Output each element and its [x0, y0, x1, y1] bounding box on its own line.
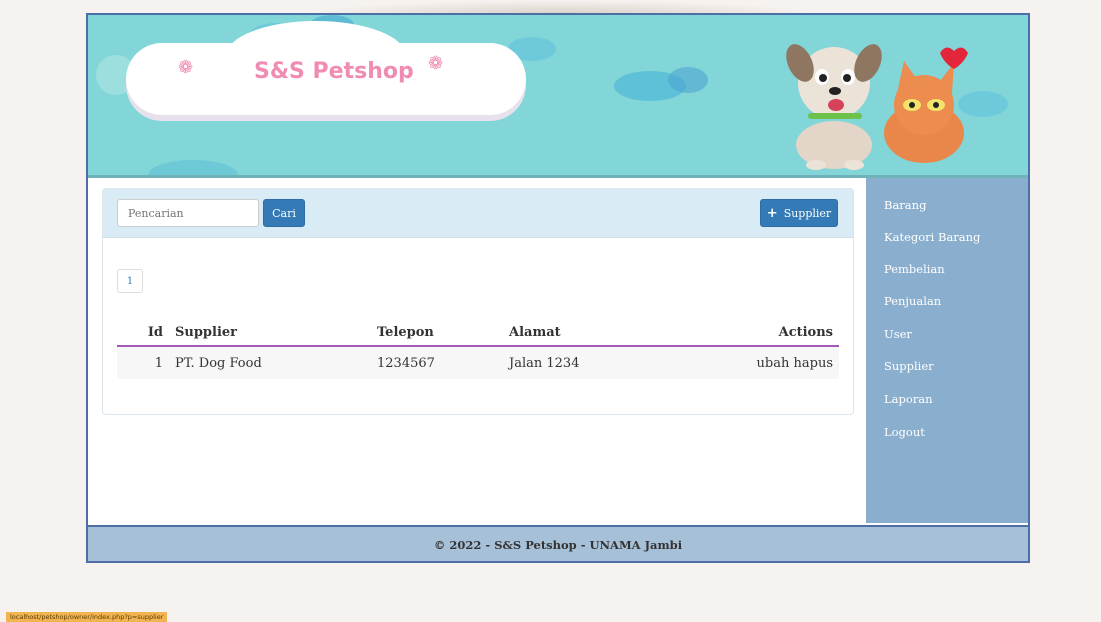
sidebar-item-barang[interactable]: Barang: [884, 198, 926, 212]
column-header-telepon: Telepon: [371, 319, 503, 347]
sidebar-item-user[interactable]: User: [884, 327, 912, 341]
table-header-row: Id Supplier Telepon Alamat Actions: [117, 319, 839, 347]
cell-telepon: 1234567: [371, 346, 503, 379]
sidebar-nav: Barang Kategori Barang Pembelian Penjual…: [866, 178, 1028, 523]
search-input[interactable]: [117, 199, 259, 227]
cell-id: 1: [117, 346, 169, 379]
panel-toolbar: Cari + Supplier: [103, 189, 853, 238]
sidebar-item-pembelian[interactable]: Pembelian: [884, 262, 945, 276]
supplier-panel: Cari + Supplier 1 Id Supplier Telepon Al…: [102, 188, 854, 415]
cell-supplier: PT. Dog Food: [169, 346, 371, 379]
search-button-label: Cari: [272, 206, 296, 220]
pagination-page[interactable]: 1: [117, 269, 143, 293]
column-header-actions: Actions: [665, 319, 839, 347]
page-frame: ❁ ❁ S&S Petshop Pencarian Cari + Supplie…: [86, 13, 1030, 563]
page-footer: © 2022 - S&S Petshop - UNAMA Jambi: [88, 525, 1028, 561]
table-row: 1 PT. Dog Food 1234567 Jalan 1234 ubah h…: [117, 346, 839, 379]
search-button[interactable]: Cari: [263, 199, 305, 227]
sidebar-item-kategori-barang[interactable]: Kategori Barang: [884, 230, 980, 244]
cell-actions: ubah hapus: [665, 346, 839, 379]
paw-icon: ❁: [178, 57, 194, 78]
column-header-id: Id: [117, 319, 169, 347]
add-supplier-label: Supplier: [783, 206, 832, 220]
column-header-supplier: Supplier: [169, 319, 371, 347]
supplier-table: Id Supplier Telepon Alamat Actions 1 PT.…: [117, 319, 839, 379]
pagination-page-label: 1: [126, 275, 134, 287]
sidebar-item-logout[interactable]: Logout: [884, 425, 925, 439]
browser-status-url: localhost/petshop/owner/index.php?p=supp…: [6, 612, 168, 622]
decor-bubble: [668, 67, 708, 93]
sidebar-item-supplier[interactable]: Supplier: [884, 359, 934, 373]
cell-alamat: Jalan 1234: [503, 346, 666, 379]
paw-icon: ❁: [428, 53, 444, 74]
brand-title: S&S Petshop: [254, 59, 414, 84]
sidebar-item-laporan[interactable]: Laporan: [884, 392, 933, 406]
sidebar-item-penjualan[interactable]: Penjualan: [884, 294, 941, 308]
edit-link[interactable]: ubah: [757, 356, 790, 371]
decor-bubble: [148, 160, 238, 175]
column-header-alamat: Alamat: [503, 319, 666, 347]
plus-icon: +: [766, 205, 778, 221]
footer-text: © 2022 - S&S Petshop - UNAMA Jambi: [433, 538, 683, 552]
add-supplier-button[interactable]: + Supplier: [760, 199, 838, 227]
dog-cat-illustration: [786, 44, 968, 170]
header-banner: ❁ ❁ S&S Petshop: [88, 15, 1028, 178]
main-content: Cari + Supplier 1 Id Supplier Telepon Al…: [88, 178, 864, 523]
delete-link[interactable]: hapus: [794, 356, 834, 371]
